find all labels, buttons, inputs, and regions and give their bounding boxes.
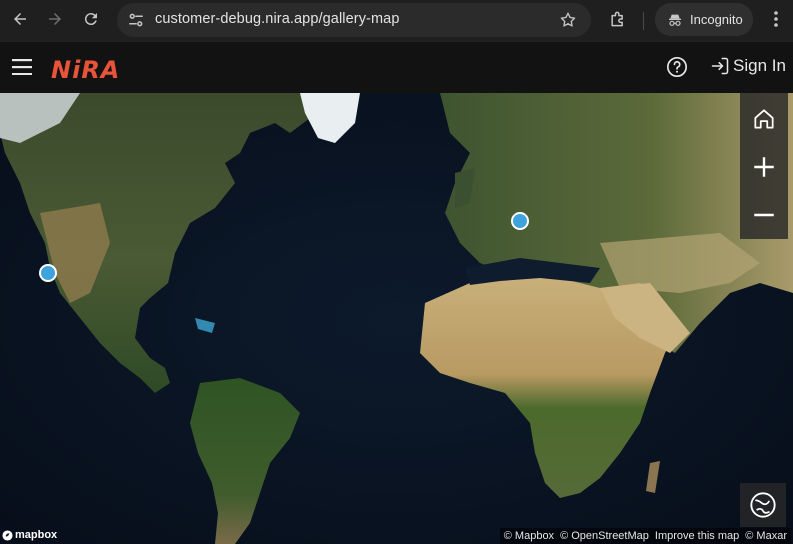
address-bar[interactable]: customer-debug.nira.app/gallery-map [117,3,591,37]
kebab-menu-icon[interactable] [768,9,784,29]
map-imagery [0,93,793,544]
mapbox-icon [2,529,13,541]
zoom-in-button[interactable] [740,143,788,191]
site-info-icon[interactable] [127,11,145,29]
zoom-in-icon [754,157,774,177]
attribution-osm[interactable]: © OpenStreetMap [560,530,649,542]
back-icon[interactable] [8,7,32,31]
attribution-maxar[interactable]: © Maxar [745,530,787,542]
help-icon[interactable] [666,56,688,78]
reset-orientation-button[interactable] [740,483,786,527]
zoom-out-button[interactable] [740,191,788,239]
sign-in-label: Sign In [733,56,786,75]
compass-icon [750,492,776,518]
incognito-icon [669,14,681,26]
mapbox-logo-text: mapbox [15,529,58,541]
marker-europe[interactable] [511,212,529,230]
browser-toolbar: customer-debug.nira.app/gallery-map Inco… [0,0,793,42]
url-text[interactable]: customer-debug.nira.app/gallery-map [155,11,399,27]
reload-icon[interactable] [79,7,103,31]
nira-logo[interactable]: NiRA [51,56,120,84]
home-icon [754,109,774,129]
incognito-badge[interactable]: Incognito [655,3,753,36]
satellite-map[interactable] [0,93,793,544]
zoom-out-icon [754,213,774,217]
mapbox-logo[interactable]: mapbox [2,529,57,541]
attribution-improve[interactable]: Improve this map [655,530,739,542]
forward-icon[interactable] [43,7,67,31]
map-controls [740,93,788,239]
incognito-label: Incognito [690,12,743,27]
sign-in-icon [711,57,729,75]
marker-california[interactable] [39,264,57,282]
map-attribution: © Mapbox © OpenStreetMap Improve this ma… [499,528,791,544]
sign-in-button[interactable]: Sign In [710,56,786,76]
bookmark-star-icon[interactable] [559,11,577,29]
app-header: NiRA Sign In [0,42,793,93]
toolbar-divider [643,12,644,30]
attribution-mapbox[interactable]: © Mapbox [504,530,554,542]
extensions-icon[interactable] [608,9,628,29]
hamburger-menu-icon[interactable] [12,59,32,75]
home-button[interactable] [740,95,788,143]
